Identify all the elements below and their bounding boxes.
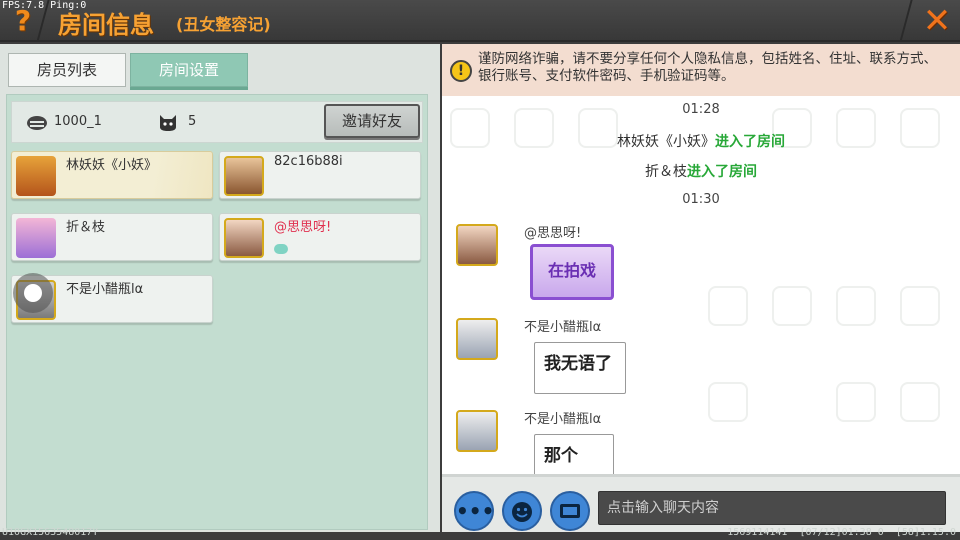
- member-card[interactable]: @思思呀!: [219, 213, 421, 261]
- chat-input-bar: ••• 点击输入聊天内容: [442, 474, 960, 532]
- avatar[interactable]: [456, 410, 498, 452]
- more-options-button[interactable]: •••: [454, 491, 494, 531]
- player-count: 5: [188, 114, 197, 129]
- avatar[interactable]: [456, 224, 498, 266]
- sender-name: @思思呀!: [524, 226, 582, 241]
- header-divider: [899, 0, 913, 42]
- smiley-icon: [512, 502, 532, 522]
- active-tab-indicator: [130, 87, 248, 90]
- avatar: [16, 156, 56, 196]
- member-name: 折＆枝: [66, 220, 106, 235]
- ellipsis-icon: •••: [456, 499, 495, 523]
- watermark-tile: [900, 382, 940, 422]
- debug-fps-ping: FPS:7.8 Ping:0: [2, 0, 87, 11]
- tab-room-settings[interactable]: 房间设置: [130, 53, 248, 87]
- touch-handle-dot: [24, 284, 42, 302]
- avatar: [16, 218, 56, 258]
- cat-icon: [160, 115, 176, 131]
- floating-touch-handle[interactable]: [13, 273, 53, 313]
- header-bar: ? 房间信息 (丑女整容记) ✕: [0, 0, 960, 42]
- chat-messages[interactable]: 01:28 林妖妖《小妖》进入了房间 折＆枝进入了房间 01:30 @思思呀! …: [442, 96, 960, 474]
- left-panel: 房员列表 房间设置 1000_1 5 邀请好友 林妖妖《小妖》 82c16b88…: [0, 44, 440, 532]
- build-stats: 1569114141 [07/12]01:38 0 [58]1.15.0: [727, 527, 956, 538]
- cloud-status-icon: [274, 244, 288, 254]
- keyboard-icon: [560, 504, 580, 518]
- member-list: 1000_1 5 邀请好友 林妖妖《小妖》 82c16b88i 折＆枝 @思思呀…: [6, 94, 428, 530]
- keyboard-button[interactable]: [550, 491, 590, 531]
- room-id: 1000_1: [54, 114, 102, 129]
- avatar: [224, 156, 264, 196]
- message-timestamp: 01:30: [682, 192, 720, 207]
- watermark-tile: [836, 382, 876, 422]
- chat-panel: ! 谨防网络诈骗，请不要分享任何个人隐私信息，包括姓名、住址、联系方式、银行账号…: [442, 44, 960, 532]
- watermark-tile: [836, 286, 876, 326]
- close-button[interactable]: ✕: [918, 2, 956, 40]
- notice-text: 谨防网络诈骗，请不要分享任何个人隐私信息，包括姓名、住址、联系方式、银行账号、支…: [478, 51, 937, 84]
- watermark-tile: [772, 286, 812, 326]
- member-card[interactable]: 林妖妖《小妖》: [11, 151, 213, 199]
- emoji-button[interactable]: [502, 491, 542, 531]
- member-name: @思思呀!: [274, 220, 332, 235]
- safety-notice: ! 谨防网络诈骗，请不要分享任何个人隐私信息，包括姓名、住址、联系方式、银行账号…: [442, 44, 960, 96]
- sticker-message: 在拍戏: [530, 244, 614, 300]
- member-card[interactable]: 折＆枝: [11, 213, 213, 261]
- message-bubble: 那个: [534, 434, 614, 474]
- watermark-tile: [708, 382, 748, 422]
- watermark-tile: [900, 286, 940, 326]
- room-info-bar: 1000_1 5 邀请好友: [11, 101, 423, 143]
- user-uid: U10GX1563548017Y: [2, 527, 99, 538]
- member-name: 82c16b88i: [274, 154, 343, 169]
- invite-friend-button[interactable]: 邀请好友: [324, 104, 420, 138]
- join-user-name: 折＆枝: [645, 164, 687, 180]
- system-join-message: 林妖妖《小妖》进入了房间: [442, 131, 960, 151]
- message-bubble: 我无语了: [534, 342, 626, 394]
- member-name: 不是小醋瓶lα: [66, 282, 144, 297]
- watermark-tile: [708, 286, 748, 326]
- warning-icon: !: [450, 60, 472, 82]
- sender-name: 不是小醋瓶lα: [524, 412, 602, 427]
- chat-input[interactable]: 点击输入聊天内容: [598, 491, 946, 525]
- sender-name: 不是小醋瓶lα: [524, 320, 602, 335]
- member-card[interactable]: 82c16b88i: [219, 151, 421, 199]
- tab-member-list[interactable]: 房员列表: [8, 53, 126, 87]
- join-user-name: 林妖妖《小妖》: [617, 134, 715, 150]
- avatar: [224, 218, 264, 258]
- member-name: 林妖妖《小妖》: [66, 158, 158, 173]
- room-name-subtitle: (丑女整容记): [176, 15, 271, 34]
- join-action: 进入了房间: [687, 164, 757, 180]
- cloud-server-icon: [27, 116, 47, 130]
- system-join-message: 折＆枝进入了房间: [442, 161, 960, 181]
- avatar[interactable]: [456, 318, 498, 360]
- message-timestamp: 01:28: [682, 102, 720, 117]
- join-action: 进入了房间: [715, 134, 785, 150]
